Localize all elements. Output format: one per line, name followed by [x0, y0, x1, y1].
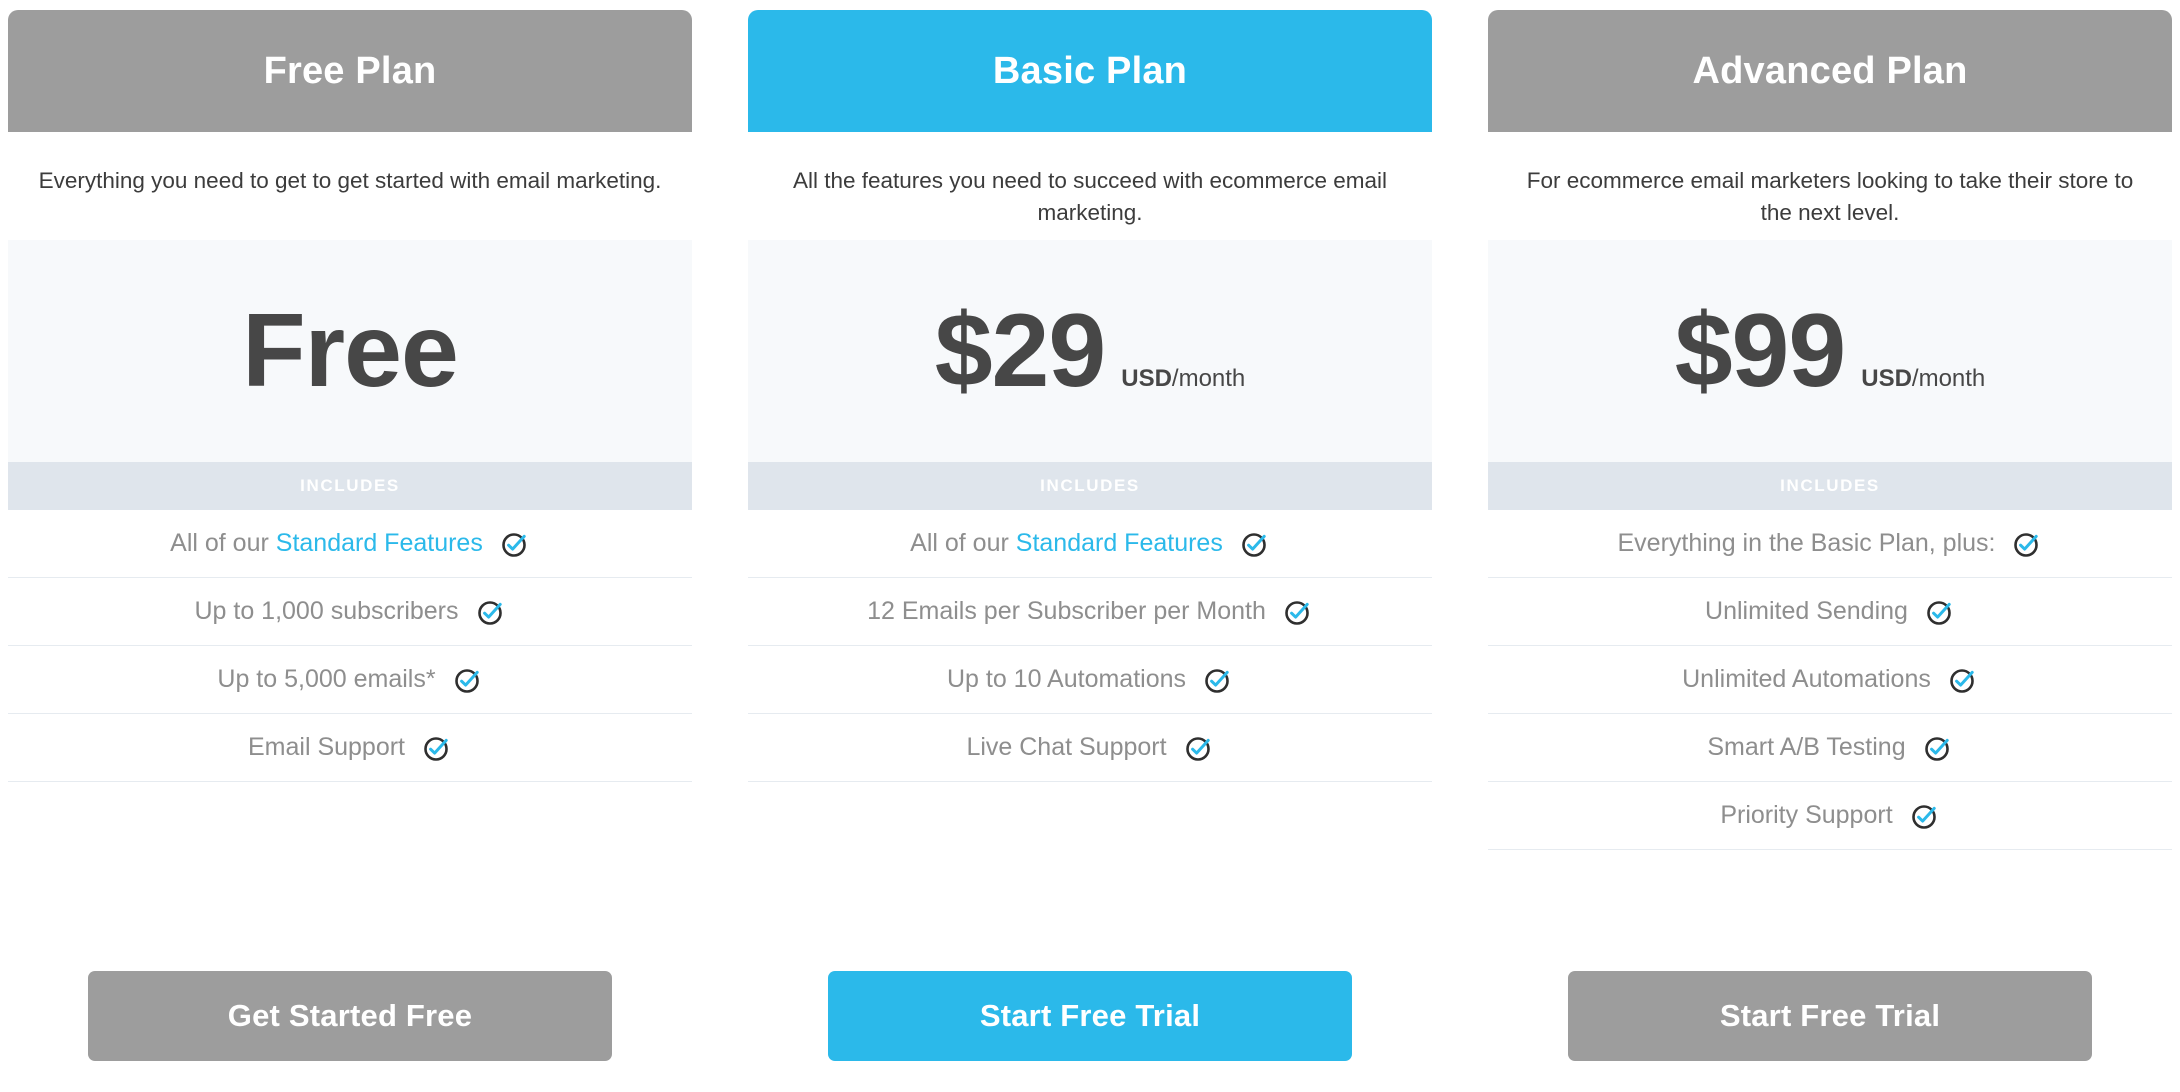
price-period: /month: [1171, 365, 1246, 392]
feature-label-text: Live Chat Support: [966, 733, 1167, 761]
plan-header-basic: Basic Plan: [748, 10, 1432, 132]
feature-label: Unlimited Sending: [1705, 597, 1908, 626]
check-circle-icon: [1910, 801, 1940, 831]
pricing-plans-grid: Free Plan Everything you need to get to g…: [0, 0, 2180, 1092]
feature-label: Everything in the Basic Plan, plus:: [1618, 529, 1996, 558]
plan-card-free: Free Plan Everything you need to get to g…: [8, 10, 692, 1092]
plan-card-advanced: Advanced Plan For ecommerce email markete…: [1488, 10, 2172, 1092]
price-period: /month: [1911, 365, 1986, 392]
price-amount: Free: [242, 293, 459, 409]
feature-list: All of our Standard Features Up to 1,000 …: [8, 510, 692, 782]
feature-label-text: Up to 5,000 emails*: [217, 665, 436, 693]
cta-button-advanced[interactable]: Start Free Trial: [1568, 971, 2092, 1061]
feature-row: Up to 5,000 emails*: [8, 646, 692, 714]
feature-label: Up to 10 Automations: [947, 665, 1186, 694]
price-unit: USD/month: [1121, 365, 1245, 393]
plan-tagline: Everything you need to get to get starte…: [38, 168, 662, 193]
feature-label: All of our Standard Features: [170, 529, 483, 558]
feature-label: 12 Emails per Subscriber per Month: [867, 597, 1266, 626]
plan-footer: Get Started Free: [8, 971, 692, 1092]
check-circle-icon: [476, 597, 506, 627]
feature-label-text: Up to 10 Automations: [946, 665, 1187, 693]
feature-row: Up to 10 Automations: [748, 646, 1432, 714]
feature-label: Smart A/B Testing: [1707, 733, 1905, 762]
check-circle-icon: [1240, 529, 1270, 559]
includes-band: INCLUDES: [1488, 462, 2172, 510]
price-display: Free: [242, 293, 459, 409]
cta-button-basic[interactable]: Start Free Trial: [828, 971, 1352, 1061]
feature-label-text: All of our: [170, 529, 276, 557]
feature-list: Everything in the Basic Plan, plus: Unlim…: [1488, 510, 2172, 850]
price-display: $29 USD/month: [935, 299, 1246, 403]
price-currency: USD: [1121, 365, 1172, 392]
feature-label: Live Chat Support: [966, 733, 1166, 762]
price-unit: USD/month: [1861, 365, 1985, 393]
feature-row: All of our Standard Features: [748, 510, 1432, 578]
feature-row: All of our Standard Features: [8, 510, 692, 578]
check-circle-icon: [2012, 529, 2042, 559]
feature-row: Smart A/B Testing: [1488, 714, 2172, 782]
feature-label-text: 12 Emails per Subscriber per Month: [867, 597, 1266, 625]
plan-title: Advanced Plan: [1692, 50, 1968, 92]
feature-row: Up to 1,000 subscribers: [8, 578, 692, 646]
standard-features-link[interactable]: Standard Features: [276, 529, 483, 557]
feature-row: Unlimited Sending: [1488, 578, 2172, 646]
plan-title: Free Plan: [263, 50, 437, 92]
feature-row: Unlimited Automations: [1488, 646, 2172, 714]
check-circle-icon: [1203, 665, 1233, 695]
feature-label-text: Unlimited Automations: [1682, 665, 1931, 693]
feature-list: All of our Standard Features 12 Emails pe…: [748, 510, 1432, 782]
check-circle-icon: [1948, 665, 1978, 695]
feature-label-text: Everything in the Basic Plan, plus:: [1617, 529, 1996, 557]
feature-label: All of our Standard Features: [910, 529, 1223, 558]
feature-row: Everything in the Basic Plan, plus:: [1488, 510, 2172, 578]
feature-label: Up to 5,000 emails*: [217, 665, 435, 694]
feature-row: Priority Support: [1488, 782, 2172, 850]
includes-band: INCLUDES: [748, 462, 1432, 510]
feature-label-text: All of our: [910, 529, 1016, 557]
standard-features-link[interactable]: Standard Features: [1016, 529, 1223, 557]
feature-label: Priority Support: [1720, 801, 1892, 830]
feature-label: Up to 1,000 subscribers: [194, 597, 458, 626]
plan-tagline: All the features you need to succeed wit…: [792, 168, 1388, 225]
includes-label: INCLUDES: [300, 476, 400, 495]
feature-row: Live Chat Support: [748, 714, 1432, 782]
feature-label: Unlimited Automations: [1682, 665, 1931, 694]
check-circle-icon: [1925, 597, 1955, 627]
check-circle-icon: [1923, 733, 1953, 763]
price-amount: $29: [934, 293, 1107, 409]
price-panel: $99 USD/month: [1488, 240, 2172, 462]
includes-label: INCLUDES: [1780, 476, 1880, 495]
feature-row: Email Support: [8, 714, 692, 782]
plan-tagline: For ecommerce email marketers looking to…: [1526, 168, 2134, 225]
plan-footer: Start Free Trial: [748, 971, 1432, 1092]
feature-label-text: Smart A/B Testing: [1707, 733, 1906, 761]
feature-row: 12 Emails per Subscriber per Month: [748, 578, 1432, 646]
check-circle-icon: [500, 529, 530, 559]
price-amount: $99: [1674, 293, 1847, 409]
cta-button-free[interactable]: Get Started Free: [88, 971, 612, 1061]
check-circle-icon: [1184, 733, 1214, 763]
feature-label-text: Up to 1,000 subscribers: [194, 597, 459, 625]
check-circle-icon: [453, 665, 483, 695]
feature-label: Email Support: [248, 733, 405, 762]
price-panel: $29 USD/month: [748, 240, 1432, 462]
feature-label-text: Unlimited Sending: [1705, 597, 1908, 625]
plan-card-basic: Basic Plan All the features you need to s…: [748, 10, 1432, 1092]
feature-label-text: Priority Support: [1720, 801, 1893, 829]
price-currency: USD: [1861, 365, 1912, 392]
check-circle-icon: [1283, 597, 1313, 627]
check-circle-icon: [422, 733, 452, 763]
price-display: $99 USD/month: [1675, 299, 1986, 403]
includes-label: INCLUDES: [1040, 476, 1140, 495]
plan-header-advanced: Advanced Plan: [1488, 10, 2172, 132]
plan-title: Basic Plan: [992, 50, 1188, 92]
plan-footer: Start Free Trial: [1488, 971, 2172, 1092]
price-panel: Free: [8, 240, 692, 462]
includes-band: INCLUDES: [8, 462, 692, 510]
feature-label-text: Email Support: [247, 733, 406, 761]
plan-header-free: Free Plan: [8, 10, 692, 132]
